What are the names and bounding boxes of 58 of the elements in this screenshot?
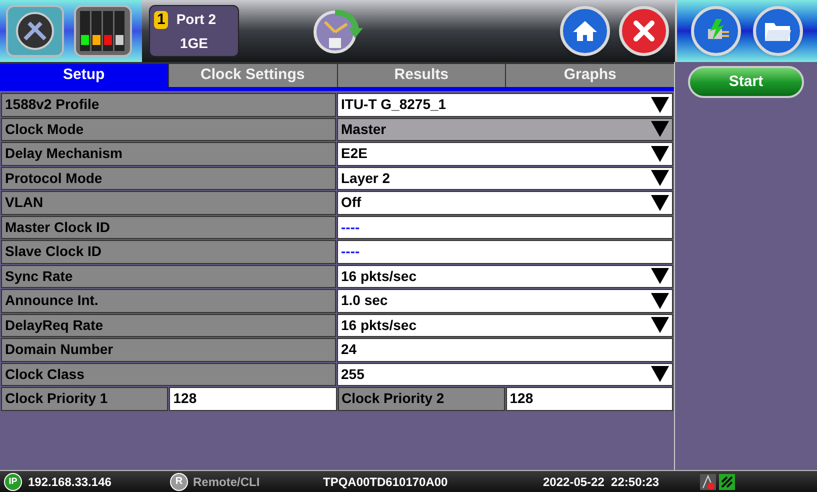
field-label: Clock Class bbox=[1, 362, 336, 386]
field-label: Domain Number bbox=[1, 338, 336, 362]
dropdown[interactable]: Layer 2 bbox=[337, 166, 673, 190]
dropdown-arrow-icon bbox=[651, 121, 669, 138]
port-rate: 1GE bbox=[178, 34, 209, 53]
signal-blocked-icon bbox=[700, 474, 716, 490]
home-button[interactable] bbox=[560, 6, 610, 56]
input-field[interactable]: 128 bbox=[169, 387, 336, 410]
dropdown[interactable]: 255 bbox=[337, 362, 673, 386]
dropdown[interactable]: 1.0 sec bbox=[337, 289, 673, 312]
start-button[interactable]: Start bbox=[688, 66, 804, 98]
dropdown-arrow-icon bbox=[651, 317, 669, 334]
home-icon bbox=[572, 20, 598, 42]
ip-address: 192.168.33.146 bbox=[28, 474, 112, 490]
date-time: 2022-05-22 22:50:23 bbox=[543, 474, 660, 490]
field-label: DelayReq Rate bbox=[1, 314, 336, 337]
serial-number: TPQA00TD610170A00 bbox=[323, 474, 449, 490]
field-label: Master Clock ID bbox=[1, 216, 336, 239]
field-label: 1588v2 Profile bbox=[1, 93, 336, 116]
plug-button[interactable] bbox=[691, 6, 741, 56]
dropdown-arrow-icon bbox=[651, 96, 669, 113]
dropdown-arrow-icon bbox=[651, 366, 669, 382]
remote-badge: R bbox=[170, 472, 188, 490]
dropdown-arrow-icon bbox=[651, 194, 669, 211]
field-label: Clock Priority 2 bbox=[338, 387, 505, 410]
field-label: VLAN bbox=[1, 191, 336, 214]
field-label: Delay Mechanism bbox=[1, 142, 336, 166]
ip-badge: IP bbox=[4, 472, 22, 490]
modules-icon[interactable] bbox=[74, 5, 132, 57]
dropdown[interactable]: E2E bbox=[337, 142, 673, 166]
value-field: ---- bbox=[337, 240, 673, 264]
close-icon bbox=[633, 20, 655, 42]
field-label: Clock Mode bbox=[1, 118, 336, 141]
remote-label: Remote/CLI bbox=[193, 474, 261, 490]
close-button[interactable] bbox=[619, 6, 669, 56]
dropdown-arrow-icon bbox=[651, 170, 669, 186]
port-number: 1 bbox=[154, 10, 168, 28]
field-label: Slave Clock ID bbox=[1, 240, 336, 264]
dropdown-arrow-icon bbox=[651, 292, 669, 309]
port-name: Port 2 bbox=[176, 10, 216, 29]
dropdown[interactable]: ITU-T G_8275_1 bbox=[337, 93, 673, 116]
input-field[interactable]: 128 bbox=[506, 387, 673, 410]
dropdown-arrow-icon bbox=[651, 268, 669, 284]
dropdown[interactable]: 16 pkts/sec bbox=[337, 314, 673, 337]
field-label: Announce Int. bbox=[1, 289, 336, 312]
connection-icon bbox=[719, 474, 735, 490]
value-field: ---- bbox=[337, 216, 673, 239]
tab[interactable]: Setup bbox=[0, 64, 168, 87]
folder-icon bbox=[764, 20, 792, 42]
dropdown[interactable]: 16 pkts/sec bbox=[337, 264, 673, 288]
field-label: Clock Priority 1 bbox=[1, 387, 168, 410]
folder-button[interactable] bbox=[753, 6, 803, 56]
dropdown[interactable]: Off bbox=[337, 191, 673, 214]
field-label: Sync Rate bbox=[1, 264, 336, 288]
dropdown-arrow-icon bbox=[651, 146, 669, 162]
field-label: Protocol Mode bbox=[1, 166, 336, 190]
input-field[interactable]: 24 bbox=[337, 338, 673, 362]
port-badge[interactable]: 1 Port 2 1GE bbox=[149, 5, 239, 57]
